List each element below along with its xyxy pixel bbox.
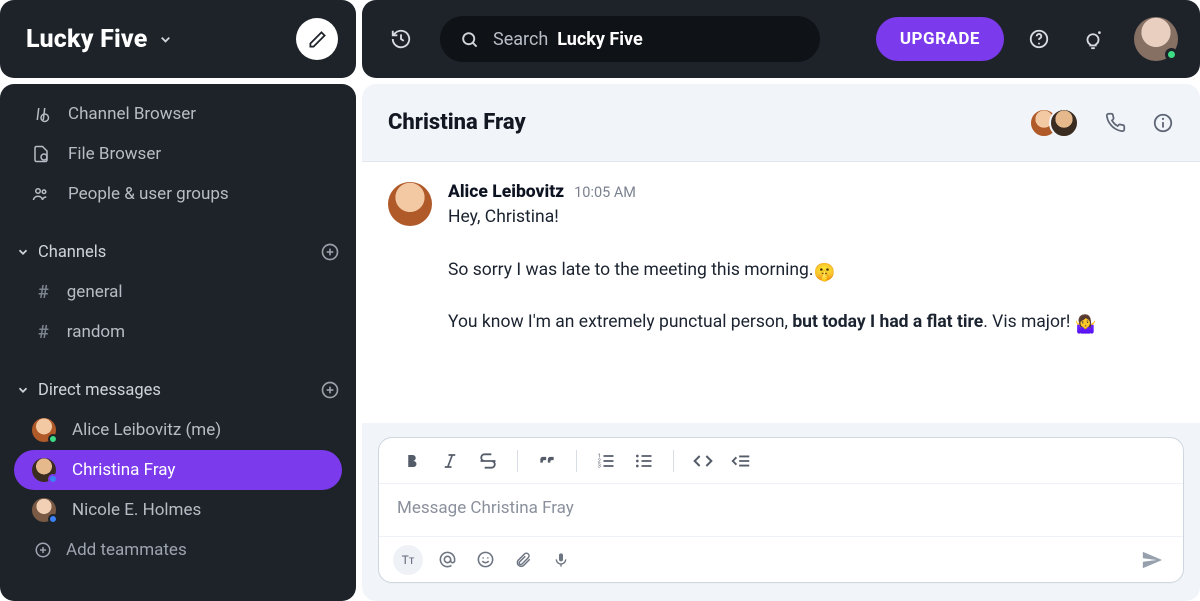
presence-dot (48, 434, 58, 444)
upgrade-label: UPGRADE (900, 29, 980, 49)
avatar (388, 182, 432, 226)
history-button[interactable] (384, 28, 418, 50)
hash-icon: # (38, 322, 49, 343)
channel-name: random (67, 322, 125, 342)
message-row: Alice Leibovitz 10:05 AM Hey, Christina!… (388, 182, 1174, 361)
file-browser-icon (32, 145, 52, 163)
channel-name: general (67, 282, 123, 302)
avatar (32, 498, 56, 522)
dm-name: Alice Leibovitz (me) (72, 420, 221, 440)
add-teammates-label: Add teammates (66, 540, 187, 560)
emoji-shushing-face: 🤫 (813, 260, 835, 287)
add-dm-button[interactable] (320, 380, 340, 400)
separator (673, 450, 674, 472)
dm-nicole[interactable]: Nicole E. Holmes (0, 490, 356, 530)
format-ul[interactable] (627, 446, 661, 476)
dm-name: Nicole E. Holmes (72, 500, 201, 520)
format-bold[interactable] (395, 446, 429, 476)
hash-icon: # (38, 282, 49, 303)
member-avatars[interactable] (1029, 108, 1079, 138)
conversation-title[interactable]: Christina Fray (388, 110, 526, 135)
dm-christina[interactable]: Christina Fray (14, 450, 342, 490)
section-label: Channels (38, 243, 106, 262)
dm-alice[interactable]: Alice Leibovitz (me) (0, 410, 356, 450)
format-italic[interactable] (433, 446, 467, 476)
add-teammates[interactable]: Add teammates (0, 530, 356, 570)
section-label: Direct messages (38, 381, 161, 400)
upgrade-button[interactable]: UPGRADE (876, 17, 1004, 61)
mention-button[interactable] (433, 546, 461, 574)
search-input[interactable]: Search Lucky Five (440, 16, 820, 62)
chevron-down-icon (16, 383, 30, 397)
chevron-down-icon (158, 32, 173, 47)
separator (517, 450, 518, 472)
attach-button[interactable] (509, 546, 537, 574)
nav-file-browser[interactable]: File Browser (0, 134, 356, 174)
workspace-switcher[interactable]: Lucky Five (0, 0, 356, 78)
audio-button[interactable] (547, 546, 575, 574)
format-ol[interactable]: 123 (589, 446, 623, 476)
pencil-icon (308, 30, 327, 49)
channels-section-header[interactable]: Channels (0, 232, 356, 272)
message-composer: 123 Message Christina Fray Tᴛ (378, 437, 1184, 583)
nav-people[interactable]: People & user groups (0, 174, 356, 214)
emoji-button[interactable] (471, 546, 499, 574)
avatar (32, 418, 56, 442)
avatar (1049, 108, 1079, 138)
add-channel-button[interactable] (320, 242, 340, 262)
dms-section-header[interactable]: Direct messages (0, 370, 356, 410)
call-button[interactable] (1105, 112, 1126, 133)
channel-random[interactable]: # random (0, 312, 356, 352)
avatar (32, 458, 56, 482)
format-code[interactable] (686, 446, 720, 476)
format-quote[interactable] (530, 446, 564, 476)
emoji-shrug: 🤷‍♀️ (1075, 312, 1097, 339)
channel-general[interactable]: # general (0, 272, 356, 312)
me-avatar[interactable] (1134, 17, 1178, 61)
plus-circle-icon (34, 541, 52, 559)
nav-label: File Browser (68, 144, 161, 164)
toggle-formatting-button[interactable]: Tᴛ (393, 545, 423, 575)
help-button[interactable] (1020, 28, 1058, 50)
chevron-down-icon (16, 245, 30, 259)
message-time: 10:05 AM (574, 184, 636, 201)
info-button[interactable] (1152, 112, 1174, 134)
svg-text:3: 3 (598, 463, 601, 469)
nav-label: Channel Browser (68, 104, 196, 124)
nav-channel-browser[interactable]: Channel Browser (0, 94, 356, 134)
message-author[interactable]: Alice Leibovitz (448, 182, 564, 202)
people-icon (32, 185, 52, 203)
search-icon (460, 30, 479, 49)
separator (576, 450, 577, 472)
composer-placeholder: Message Christina Fray (397, 498, 574, 518)
format-strike[interactable] (471, 446, 505, 476)
compose-button[interactable] (296, 18, 338, 60)
format-codeblock[interactable] (724, 446, 758, 476)
presence-dot (48, 474, 58, 484)
dm-name: Christina Fray (72, 460, 175, 480)
message-text: Hey, Christina! So sorry I was late to t… (448, 204, 1174, 339)
workspace-name: Lucky Five (26, 25, 148, 54)
presence-dot (1165, 48, 1178, 61)
search-placeholder: Search Lucky Five (493, 29, 643, 50)
presence-dot (48, 514, 58, 524)
send-button[interactable] (1135, 549, 1169, 571)
format-toggle-label: Tᴛ (402, 553, 415, 567)
channel-browser-icon (32, 105, 52, 123)
whats-new-button[interactable] (1074, 28, 1112, 50)
nav-label: People & user groups (68, 184, 229, 204)
composer-input[interactable]: Message Christina Fray (379, 484, 1183, 536)
